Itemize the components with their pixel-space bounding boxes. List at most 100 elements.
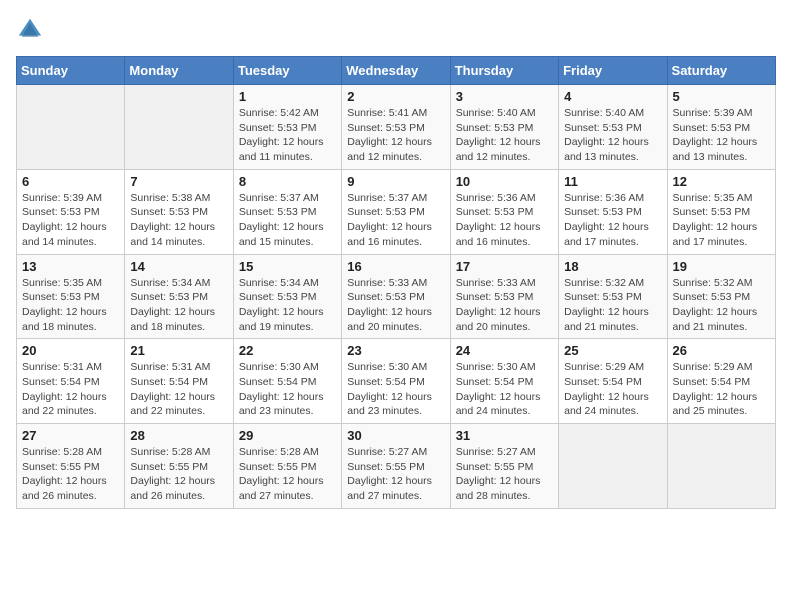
calendar-header: SundayMondayTuesdayWednesdayThursdayFrid…	[17, 57, 776, 85]
day-number: 15	[239, 259, 336, 274]
day-info: Sunrise: 5:29 AM Sunset: 5:54 PM Dayligh…	[564, 360, 661, 419]
day-info: Sunrise: 5:27 AM Sunset: 5:55 PM Dayligh…	[456, 445, 553, 504]
day-number: 29	[239, 428, 336, 443]
calendar-body: 1 Sunrise: 5:42 AM Sunset: 5:53 PM Daylig…	[17, 85, 776, 509]
calendar-cell: 12 Sunrise: 5:35 AM Sunset: 5:53 PM Dayli…	[667, 169, 775, 254]
day-number: 21	[130, 343, 227, 358]
day-number: 23	[347, 343, 444, 358]
day-info: Sunrise: 5:32 AM Sunset: 5:53 PM Dayligh…	[564, 276, 661, 335]
calendar-cell: 6 Sunrise: 5:39 AM Sunset: 5:53 PM Daylig…	[17, 169, 125, 254]
calendar-cell: 26 Sunrise: 5:29 AM Sunset: 5:54 PM Dayli…	[667, 339, 775, 424]
day-number: 13	[22, 259, 119, 274]
day-info: Sunrise: 5:40 AM Sunset: 5:53 PM Dayligh…	[564, 106, 661, 165]
day-number: 9	[347, 174, 444, 189]
calendar-cell	[125, 85, 233, 170]
calendar-cell: 22 Sunrise: 5:30 AM Sunset: 5:54 PM Dayli…	[233, 339, 341, 424]
day-number: 3	[456, 89, 553, 104]
day-info: Sunrise: 5:34 AM Sunset: 5:53 PM Dayligh…	[130, 276, 227, 335]
logo	[16, 16, 48, 44]
calendar-cell: 4 Sunrise: 5:40 AM Sunset: 5:53 PM Daylig…	[559, 85, 667, 170]
calendar-cell	[559, 424, 667, 509]
week-row-0: 1 Sunrise: 5:42 AM Sunset: 5:53 PM Daylig…	[17, 85, 776, 170]
header-monday: Monday	[125, 57, 233, 85]
day-number: 14	[130, 259, 227, 274]
day-info: Sunrise: 5:34 AM Sunset: 5:53 PM Dayligh…	[239, 276, 336, 335]
header-tuesday: Tuesday	[233, 57, 341, 85]
day-info: Sunrise: 5:30 AM Sunset: 5:54 PM Dayligh…	[347, 360, 444, 419]
day-number: 5	[673, 89, 770, 104]
day-info: Sunrise: 5:33 AM Sunset: 5:53 PM Dayligh…	[347, 276, 444, 335]
day-number: 20	[22, 343, 119, 358]
day-number: 26	[673, 343, 770, 358]
day-info: Sunrise: 5:33 AM Sunset: 5:53 PM Dayligh…	[456, 276, 553, 335]
day-number: 1	[239, 89, 336, 104]
day-number: 2	[347, 89, 444, 104]
calendar-cell: 29 Sunrise: 5:28 AM Sunset: 5:55 PM Dayli…	[233, 424, 341, 509]
calendar-cell: 11 Sunrise: 5:36 AM Sunset: 5:53 PM Dayli…	[559, 169, 667, 254]
day-info: Sunrise: 5:32 AM Sunset: 5:53 PM Dayligh…	[673, 276, 770, 335]
calendar-cell: 27Sunrise: 5:28 AM Sunset: 5:55 PM Dayli…	[17, 424, 125, 509]
calendar-cell: 28Sunrise: 5:28 AM Sunset: 5:55 PM Dayli…	[125, 424, 233, 509]
day-number: 4	[564, 89, 661, 104]
week-row-2: 13Sunrise: 5:35 AM Sunset: 5:53 PM Dayli…	[17, 254, 776, 339]
calendar-cell: 31Sunrise: 5:27 AM Sunset: 5:55 PM Dayli…	[450, 424, 558, 509]
day-info: Sunrise: 5:29 AM Sunset: 5:54 PM Dayligh…	[673, 360, 770, 419]
day-info: Sunrise: 5:41 AM Sunset: 5:53 PM Dayligh…	[347, 106, 444, 165]
day-info: Sunrise: 5:30 AM Sunset: 5:54 PM Dayligh…	[456, 360, 553, 419]
day-info: Sunrise: 5:42 AM Sunset: 5:53 PM Dayligh…	[239, 106, 336, 165]
day-info: Sunrise: 5:36 AM Sunset: 5:53 PM Dayligh…	[564, 191, 661, 250]
week-row-1: 6 Sunrise: 5:39 AM Sunset: 5:53 PM Daylig…	[17, 169, 776, 254]
day-info: Sunrise: 5:28 AM Sunset: 5:55 PM Dayligh…	[239, 445, 336, 504]
calendar-cell: 15 Sunrise: 5:34 AM Sunset: 5:53 PM Dayli…	[233, 254, 341, 339]
day-number: 11	[564, 174, 661, 189]
day-info: Sunrise: 5:31 AM Sunset: 5:54 PM Dayligh…	[22, 360, 119, 419]
header-thursday: Thursday	[450, 57, 558, 85]
calendar-cell	[667, 424, 775, 509]
day-number: 10	[456, 174, 553, 189]
calendar-table: SundayMondayTuesdayWednesdayThursdayFrid…	[16, 56, 776, 509]
calendar-cell: 19 Sunrise: 5:32 AM Sunset: 5:53 PM Dayli…	[667, 254, 775, 339]
day-info: Sunrise: 5:35 AM Sunset: 5:53 PM Dayligh…	[673, 191, 770, 250]
day-info: Sunrise: 5:39 AM Sunset: 5:53 PM Dayligh…	[673, 106, 770, 165]
day-number: 22	[239, 343, 336, 358]
day-number: 17	[456, 259, 553, 274]
day-number: 19	[673, 259, 770, 274]
day-number: 6	[22, 174, 119, 189]
day-info: Sunrise: 5:37 AM Sunset: 5:53 PM Dayligh…	[347, 191, 444, 250]
calendar-cell: 5 Sunrise: 5:39 AM Sunset: 5:53 PM Daylig…	[667, 85, 775, 170]
calendar-cell: 16 Sunrise: 5:33 AM Sunset: 5:53 PM Dayli…	[342, 254, 450, 339]
day-number: 18	[564, 259, 661, 274]
calendar-cell: 9 Sunrise: 5:37 AM Sunset: 5:53 PM Daylig…	[342, 169, 450, 254]
calendar-cell: 1 Sunrise: 5:42 AM Sunset: 5:53 PM Daylig…	[233, 85, 341, 170]
calendar-cell: 18 Sunrise: 5:32 AM Sunset: 5:53 PM Dayli…	[559, 254, 667, 339]
calendar-cell: 2 Sunrise: 5:41 AM Sunset: 5:53 PM Daylig…	[342, 85, 450, 170]
day-number: 30	[347, 428, 444, 443]
page-header	[16, 16, 776, 44]
week-row-3: 20 Sunrise: 5:31 AM Sunset: 5:54 PM Dayli…	[17, 339, 776, 424]
day-info: Sunrise: 5:38 AM Sunset: 5:53 PM Dayligh…	[130, 191, 227, 250]
day-info: Sunrise: 5:28 AM Sunset: 5:55 PM Dayligh…	[22, 445, 119, 504]
day-number: 8	[239, 174, 336, 189]
day-info: Sunrise: 5:39 AM Sunset: 5:53 PM Dayligh…	[22, 191, 119, 250]
day-info: Sunrise: 5:30 AM Sunset: 5:54 PM Dayligh…	[239, 360, 336, 419]
header-row: SundayMondayTuesdayWednesdayThursdayFrid…	[17, 57, 776, 85]
day-number: 16	[347, 259, 444, 274]
day-number: 7	[130, 174, 227, 189]
calendar-cell: 8Sunrise: 5:37 AM Sunset: 5:53 PM Daylig…	[233, 169, 341, 254]
calendar-cell: 14 Sunrise: 5:34 AM Sunset: 5:53 PM Dayli…	[125, 254, 233, 339]
day-info: Sunrise: 5:31 AM Sunset: 5:54 PM Dayligh…	[130, 360, 227, 419]
calendar-cell: 13Sunrise: 5:35 AM Sunset: 5:53 PM Dayli…	[17, 254, 125, 339]
header-friday: Friday	[559, 57, 667, 85]
header-saturday: Saturday	[667, 57, 775, 85]
calendar-cell: 3Sunrise: 5:40 AM Sunset: 5:53 PM Daylig…	[450, 85, 558, 170]
calendar-cell	[17, 85, 125, 170]
day-info: Sunrise: 5:36 AM Sunset: 5:53 PM Dayligh…	[456, 191, 553, 250]
calendar-cell: 24Sunrise: 5:30 AM Sunset: 5:54 PM Dayli…	[450, 339, 558, 424]
calendar-cell: 30 Sunrise: 5:27 AM Sunset: 5:55 PM Dayli…	[342, 424, 450, 509]
day-number: 12	[673, 174, 770, 189]
calendar-cell: 23 Sunrise: 5:30 AM Sunset: 5:54 PM Dayli…	[342, 339, 450, 424]
day-info: Sunrise: 5:28 AM Sunset: 5:55 PM Dayligh…	[130, 445, 227, 504]
header-wednesday: Wednesday	[342, 57, 450, 85]
day-info: Sunrise: 5:27 AM Sunset: 5:55 PM Dayligh…	[347, 445, 444, 504]
calendar-cell: 10 Sunrise: 5:36 AM Sunset: 5:53 PM Dayli…	[450, 169, 558, 254]
